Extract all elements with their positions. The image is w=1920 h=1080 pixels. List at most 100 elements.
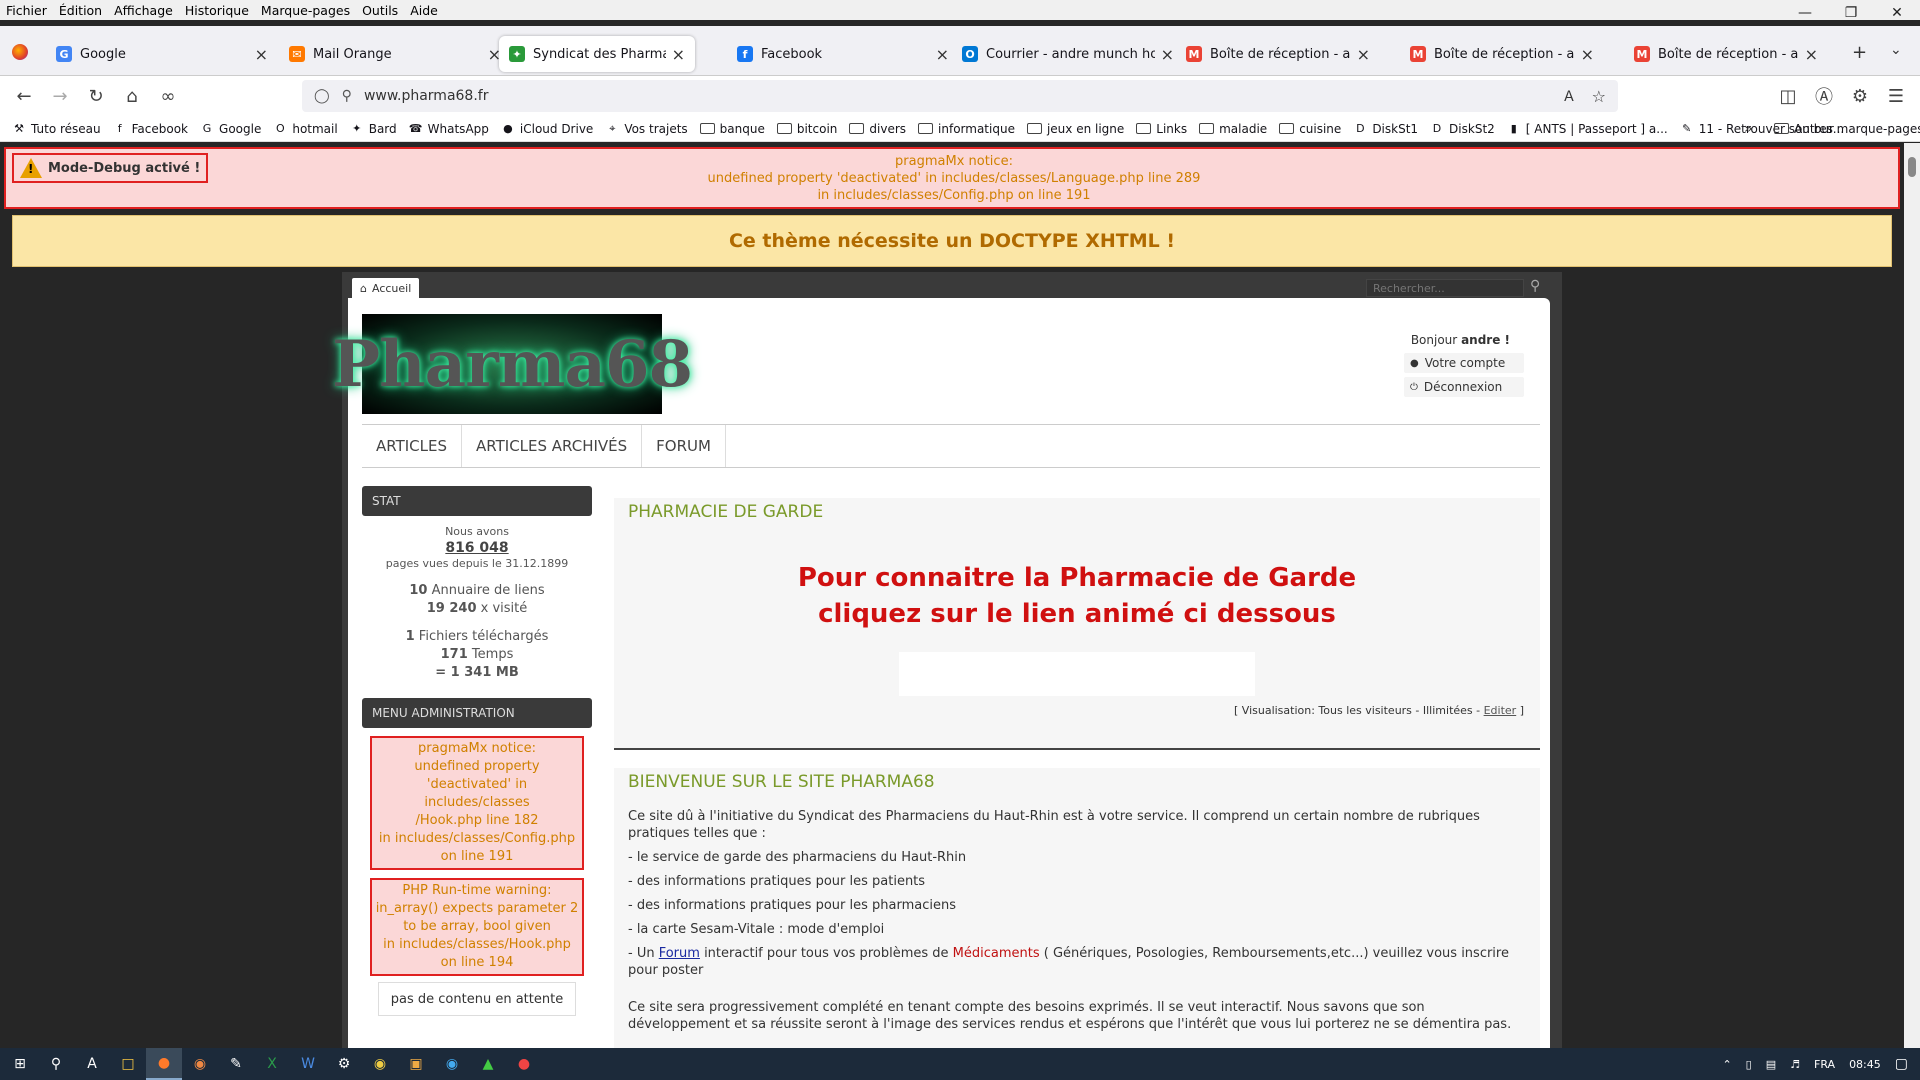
bookmark-4[interactable]: Ohotmail [273, 122, 338, 136]
bookmark-8[interactable]: ⌖ Vos trajets [605, 122, 687, 136]
menu-outils[interactable]: Outils [362, 3, 398, 18]
app-icon[interactable]: ● [506, 1048, 542, 1080]
home-icon[interactable]: ⌂ [114, 80, 150, 112]
network-icon[interactable]: ▤ [1766, 1058, 1776, 1071]
menu-aide[interactable]: Aide [410, 3, 438, 18]
bookmark-1[interactable]: ⚒ Tuto réseau [12, 122, 101, 136]
animated-link[interactable] [899, 652, 1255, 696]
search-icon[interactable]: ⚲ [1530, 278, 1540, 294]
volume-icon[interactable]: ♬ [1790, 1058, 1800, 1071]
tab-5[interactable]: OCourrier - andre munch hotmai× [952, 36, 1184, 72]
file-explorer-icon[interactable]: □ [110, 1048, 146, 1080]
menu-historique[interactable]: Historique [185, 3, 249, 18]
home-tab[interactable]: ⌂ Accueil [352, 278, 420, 298]
bookmark-7[interactable]: ● iCloud Drive [501, 122, 593, 136]
close-tab-icon[interactable]: × [1805, 45, 1818, 64]
pocket-icon[interactable]: ◫ [1770, 80, 1806, 112]
excel-icon[interactable]: X [254, 1048, 290, 1080]
close-tab-icon[interactable]: × [255, 45, 268, 64]
menu-fichier[interactable]: Fichier [6, 3, 47, 18]
tab-3[interactable]: ✦Syndicat des Pharmaciens du H× [499, 36, 695, 72]
usb-icon[interactable]: ▯ [1746, 1058, 1752, 1071]
minimize-icon[interactable]: — [1782, 0, 1828, 26]
site-logo[interactable]: Pharma68 [332, 314, 693, 414]
account-icon[interactable]: Ⓐ [1806, 80, 1842, 112]
menu-marque-pages[interactable]: Marque-pages [261, 3, 350, 18]
bookmark-19[interactable]: ▮[ ANTS | Passeport ] a... [1507, 122, 1668, 136]
forward-icon[interactable]: → [42, 80, 78, 112]
restore-icon[interactable]: ❐ [1828, 0, 1874, 26]
bookmark-17[interactable]: D DiskSt1 [1353, 122, 1418, 136]
lock-icon[interactable]: ⚲ [342, 88, 352, 104]
bookmark-5[interactable]: ✦ Bard [350, 122, 397, 136]
bookmark-6[interactable]: ☎ WhatsApp [409, 122, 489, 136]
language-indicator[interactable]: FRA [1814, 1058, 1835, 1071]
bookmark-15[interactable]: maladie [1199, 122, 1267, 136]
url-bar[interactable]: ◯ ⚲ www.pharma68.fr Ａ ☆ [302, 80, 1618, 112]
bookmark-18[interactable]: D DiskSt2 [1430, 122, 1495, 136]
scrollbar-thumb[interactable] [1908, 157, 1916, 177]
logout-button[interactable]: ⏻ Déconnexion [1404, 377, 1524, 397]
app-icon[interactable]: ◉ [434, 1048, 470, 1080]
clock[interactable]: 08:45 [1849, 1058, 1881, 1071]
page-scrollbar[interactable] [1904, 143, 1920, 1048]
tab-7[interactable]: MBoîte de réception - andremun× [1400, 36, 1604, 72]
nav-articles[interactable]: ARTICLES [362, 425, 463, 467]
bookmark-12[interactable]: informatique [918, 122, 1015, 136]
tab-2[interactable]: ✉ Mail Orange × [279, 36, 511, 72]
hamburger-menu-icon[interactable]: ☰ [1878, 80, 1914, 112]
new-tab-icon[interactable]: + [1852, 42, 1867, 63]
translate-icon[interactable]: Ａ [1562, 86, 1576, 106]
bookmark-11[interactable]: divers [849, 122, 906, 136]
forum-link[interactable]: Forum [659, 946, 700, 961]
settings-icon[interactable]: ⚙ [326, 1048, 362, 1080]
menu-edition[interactable]: Édition [59, 3, 102, 18]
firefox-icon[interactable] [12, 44, 28, 60]
site-search-input[interactable] [1366, 279, 1524, 297]
tab-4[interactable]: f Facebook × [727, 36, 959, 72]
windows-start-icon[interactable]: ⊞ [2, 1048, 38, 1080]
page-views-count[interactable]: 816 048 [362, 540, 592, 556]
close-tab-icon[interactable]: × [1581, 45, 1594, 64]
bookmark-2[interactable]: f Facebook [113, 122, 188, 136]
url-text[interactable]: www.pharma68.fr [364, 88, 489, 104]
menu-affichage[interactable]: Affichage [114, 3, 173, 18]
close-tab-icon[interactable]: × [936, 45, 949, 64]
drive-icon[interactable]: ▲ [470, 1048, 506, 1080]
list-tabs-icon[interactable]: ⌄ [1890, 42, 1902, 58]
extensions-icon[interactable]: ⚙ [1842, 80, 1878, 112]
shield-icon[interactable]: ◯ [314, 88, 330, 104]
bookmark-3[interactable]: G Google [200, 122, 262, 136]
edit-link[interactable]: Editer [1484, 704, 1517, 717]
bookmark-10[interactable]: bitcoin [776, 122, 837, 136]
close-tab-icon[interactable]: × [672, 45, 685, 64]
nav-archived-articles[interactable]: ARTICLES ARCHIVÉS [462, 425, 643, 467]
chevron-more-icon[interactable]: » [1744, 121, 1753, 137]
tab-1[interactable]: G Google × [46, 36, 278, 72]
firefox-taskbar-icon[interactable]: ● [146, 1048, 182, 1080]
app-icon[interactable]: ▣ [398, 1048, 434, 1080]
app-icon[interactable]: ◉ [362, 1048, 398, 1080]
notepad-icon[interactable]: ✎ [218, 1048, 254, 1080]
notification-icon[interactable]: ▢ [1895, 1056, 1908, 1072]
nav-forum[interactable]: FORUM [642, 425, 726, 467]
bookmark-14[interactable]: Links [1136, 122, 1187, 136]
reload-icon[interactable]: ↻ [78, 80, 114, 112]
search-icon[interactable]: ⚲ [38, 1048, 74, 1080]
bookmark-13[interactable]: jeux en ligne [1026, 122, 1124, 136]
close-tab-icon[interactable]: × [1161, 45, 1174, 64]
chrome-icon[interactable]: ◉ [182, 1048, 218, 1080]
tab-6[interactable]: MBoîte de réception - andre.mun× [1176, 36, 1380, 72]
word-icon[interactable]: W [290, 1048, 326, 1080]
bookmark-star-icon[interactable]: ☆ [1592, 87, 1606, 106]
close-icon[interactable]: ✕ [1874, 0, 1920, 26]
app-a-icon[interactable]: A [74, 1048, 110, 1080]
medicaments-link[interactable]: Médicaments [953, 946, 1040, 961]
tab-8[interactable]: MBoîte de réception - andremun× [1624, 36, 1828, 72]
bookmark-9[interactable]: banque [699, 122, 765, 136]
private-mask-icon[interactable]: ∞ [150, 80, 186, 112]
back-icon[interactable]: ← [6, 80, 42, 112]
bookmark-16[interactable]: cuisine [1279, 122, 1341, 136]
account-button[interactable]: ● Votre compte [1404, 353, 1524, 373]
chevron-up-icon[interactable]: ⌃ [1722, 1058, 1731, 1071]
